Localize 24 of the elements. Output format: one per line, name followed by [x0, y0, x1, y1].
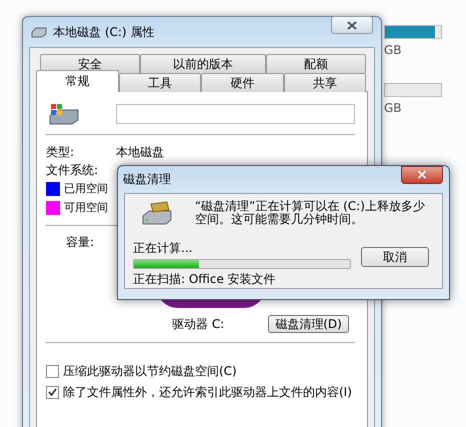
tab[interactable]: 工具 [118, 73, 201, 92]
tab[interactable]: 硬件 [201, 73, 284, 92]
legend-label: 已用空间 [64, 181, 108, 196]
capacity-label: 容量: [66, 234, 94, 251]
tab[interactable]: 常规 [36, 70, 118, 92]
cancel-button[interactable]: 取消 [361, 247, 429, 267]
disk-cleanup-button[interactable]: 磁盘清理(D) [268, 315, 349, 333]
status-message: “磁盘清理”正在计算可以在 (C:)上释放多少空间。这可能需要几分钟时间。 [194, 200, 426, 226]
file-system-label: 文件系统: [46, 162, 100, 178]
window-title: 本地磁盘 (C:) 属性 [53, 24, 154, 40]
drive-size-text: GB [384, 43, 403, 57]
checkbox-label: 压缩此驱动器以节约磁盘空间(C) [63, 363, 237, 380]
calculating-text: 正在计算... [133, 240, 194, 257]
tab[interactable]: 共享 [284, 73, 366, 92]
type-label: 类型: [46, 144, 76, 160]
legend-label: 可用空间 [64, 200, 108, 215]
tab[interactable]: 配额 [266, 54, 366, 73]
checkbox-label: 除了文件属性外，还允许索引此驱动器上文件的内容(I) [63, 384, 352, 401]
tab[interactable]: 以前的版本 [140, 54, 266, 73]
scanning-text: 正在扫描: Office 安装文件 [133, 271, 277, 288]
dialog-title: 磁盘清理 [123, 171, 171, 188]
type-value: 本地磁盘 [116, 144, 164, 160]
drive-size-text: GB [384, 101, 403, 115]
drive-label: 驱动器 C: [172, 316, 224, 332]
